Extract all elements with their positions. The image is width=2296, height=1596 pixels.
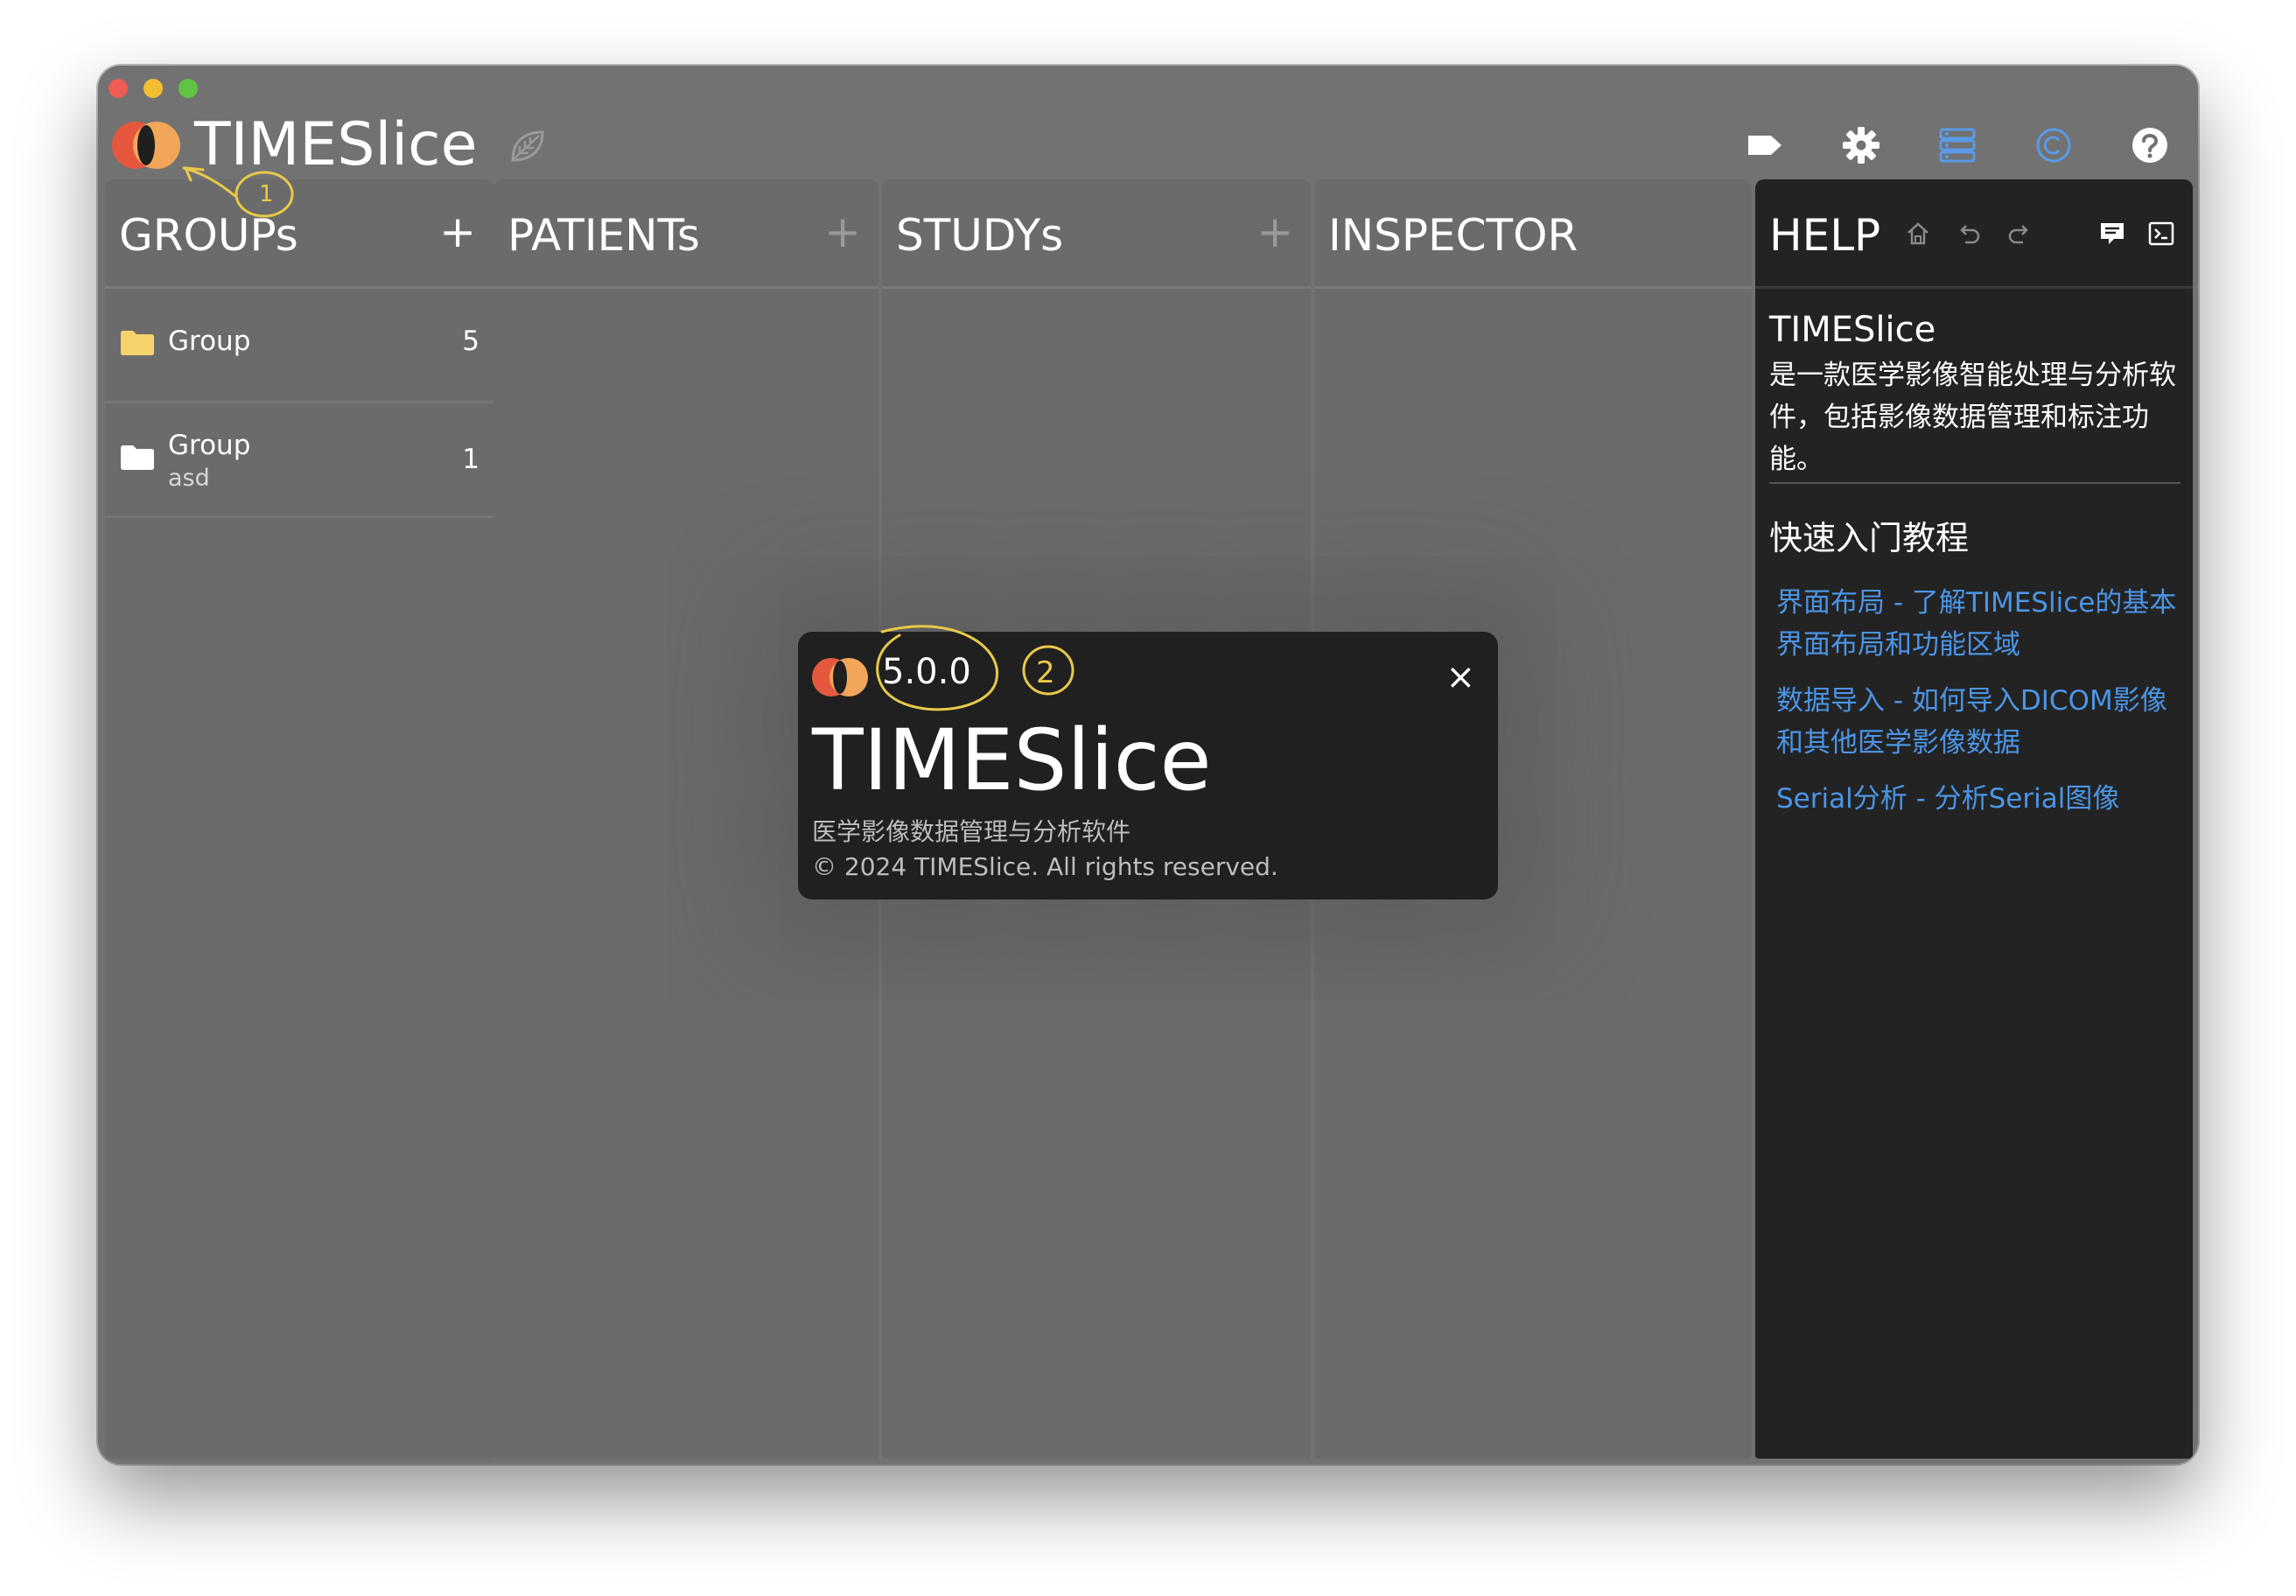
copyright-icon xyxy=(2036,128,2071,163)
group-subtitle: asd xyxy=(168,465,210,492)
folder-icon xyxy=(121,445,154,470)
group-item[interactable]: Group asd 1 xyxy=(105,403,494,518)
help-button[interactable] xyxy=(2128,123,2172,167)
help-title: HELP xyxy=(1769,210,1881,261)
forward-icon[interactable] xyxy=(2006,220,2034,248)
about-app-name: TIMESlice xyxy=(812,711,1212,809)
studys-title: STUDYs xyxy=(896,210,1064,261)
quickstart-title: 快速入门教程 xyxy=(1769,519,1970,558)
group-item[interactable]: Group 5 xyxy=(105,289,494,403)
storage-button[interactable] xyxy=(1936,123,1979,167)
tutorial-link-layout[interactable]: 界面布局 - 了解TIMESlice的基本界面布局和功能区域 xyxy=(1776,582,2180,666)
add-study-button[interactable]: + xyxy=(1256,206,1293,258)
inspector-header: INSPECTOR xyxy=(1314,179,1752,289)
help-content: TIMESlice 是一款医学影像智能处理与分析软件，包括影像数据管理和标注功能… xyxy=(1769,309,2180,834)
groups-title: GROUPs xyxy=(119,210,298,261)
app-title: TIMESlice xyxy=(194,110,478,179)
help-actions xyxy=(2098,220,2175,248)
chat-icon[interactable] xyxy=(2098,220,2126,248)
help-app-name: TIMESlice xyxy=(1769,310,1936,350)
maximize-window-button[interactable] xyxy=(178,79,198,98)
inspector-title: INSPECTOR xyxy=(1328,210,1578,261)
tag-icon xyxy=(1748,136,1782,155)
timeslice-logo-icon xyxy=(112,122,180,169)
settings-button[interactable] xyxy=(1839,123,1883,167)
copyright-button[interactable] xyxy=(2032,123,2076,167)
help-panel: HELP TIMESlice 是一款医学影像智能处理与分析软件，包括影像数据管理… xyxy=(1755,179,2193,1459)
server-icon xyxy=(1939,128,1976,163)
folder-icon xyxy=(121,331,154,355)
back-icon[interactable] xyxy=(1955,220,1983,248)
groups-column: GROUPs + Group 5 Group asd 1 xyxy=(105,179,494,1459)
timeslice-logo-icon xyxy=(812,658,868,696)
patients-header: PATIENTs + xyxy=(494,179,878,289)
about-dialog: 5.0.0 × TIMESlice 医学影像数据管理与分析软件 © 2024 T… xyxy=(798,632,1498,900)
add-patient-button[interactable]: + xyxy=(824,206,861,258)
top-toolbar xyxy=(1743,123,2172,167)
patients-title: PATIENTs xyxy=(508,210,700,261)
tag-button[interactable] xyxy=(1743,123,1787,167)
tutorial-link-serial[interactable]: Serial分析 - 分析Serial图像 xyxy=(1776,778,2180,820)
tutorial-links: 界面布局 - 了解TIMESlice的基本界面布局和功能区域 数据导入 - 如何… xyxy=(1769,582,2180,820)
group-count: 5 xyxy=(462,326,480,357)
window-controls xyxy=(108,79,198,98)
leaf-icon[interactable] xyxy=(506,125,548,167)
terminal-icon[interactable] xyxy=(2147,220,2175,248)
group-name: Group xyxy=(168,430,251,461)
about-copyright: © 2024 TIMESlice. All rights reserved. xyxy=(812,852,1278,881)
version-label: 5.0.0 xyxy=(882,652,971,692)
group-name: Group xyxy=(168,326,251,357)
gear-icon xyxy=(1843,127,1880,164)
tutorial-link-import[interactable]: 数据导入 - 如何导入DICOM影像和其他医学影像数据 xyxy=(1776,680,2180,764)
help-header: HELP xyxy=(1755,179,2193,289)
studys-header: STUDYs + xyxy=(882,179,1311,289)
close-dialog-button[interactable]: × xyxy=(1446,656,1475,698)
minimize-window-button[interactable] xyxy=(144,79,163,98)
help-navigation xyxy=(1904,220,2034,248)
groups-header: GROUPs + xyxy=(105,179,494,289)
help-icon xyxy=(2132,128,2167,163)
help-description: 是一款医学影像智能处理与分析软件，包括影像数据管理和标注功能。 xyxy=(1769,354,2180,485)
close-window-button[interactable] xyxy=(108,79,128,98)
group-count: 1 xyxy=(462,444,480,475)
home-icon[interactable] xyxy=(1904,220,1932,248)
add-group-button[interactable]: + xyxy=(439,206,476,258)
about-subtitle: 医学影像数据管理与分析软件 xyxy=(812,817,1131,846)
